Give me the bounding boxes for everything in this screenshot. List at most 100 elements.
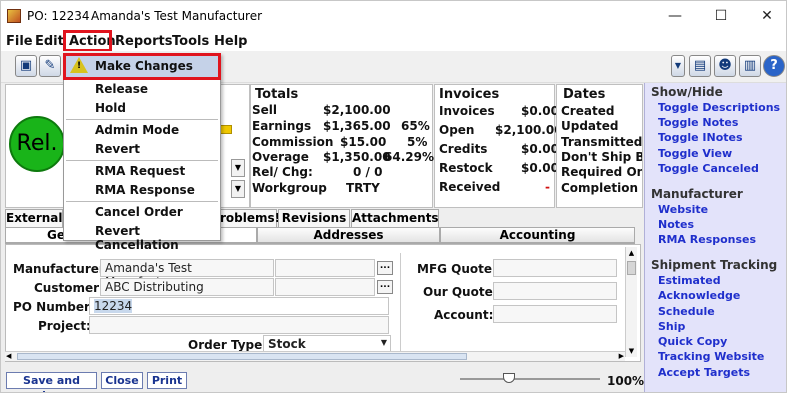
menu-item-release[interactable]: Release	[95, 82, 148, 96]
minimize-button[interactable]: —	[660, 5, 690, 27]
print-button[interactable]: Print	[147, 372, 187, 389]
sidebar-link[interactable]: Estimated	[658, 274, 721, 287]
scroll-down-icon[interactable]: ▼	[626, 345, 637, 357]
sidebar-link[interactable]: Toggle Notes	[658, 116, 738, 129]
account-field[interactable]	[493, 305, 617, 323]
tab-label: Attachments	[352, 211, 439, 225]
menu-item-rma-request[interactable]: RMA Request	[95, 164, 185, 178]
scrollbar-thumb[interactable]	[627, 261, 636, 275]
menu-item-revert-cancellation[interactable]: Revert Cancellation	[95, 224, 220, 252]
zoom-slider[interactable]	[460, 373, 600, 383]
sidebar-link[interactable]: Toggle Descriptions	[658, 101, 780, 114]
tab-attachments[interactable]: Attachments	[351, 209, 439, 227]
invoices-value: $2,100.00	[495, 123, 563, 137]
order-type-value: Stock	[268, 337, 306, 351]
totals-label: Workgroup	[252, 181, 327, 195]
menu-item-revert[interactable]: Revert	[95, 142, 140, 156]
menu-tools[interactable]: Tools	[172, 34, 209, 49]
po-number-value: 12234	[94, 299, 133, 313]
maximize-button[interactable]: ☐	[706, 5, 736, 27]
menu-reports[interactable]: Reports	[115, 34, 172, 49]
dates-label: Updated	[561, 119, 619, 133]
invoices-label: Restock	[439, 161, 493, 175]
sidebar-link[interactable]: Toggle View	[658, 147, 732, 160]
project-field[interactable]	[89, 316, 389, 334]
scrollbar-h-thumb[interactable]	[17, 353, 467, 360]
tab-revisions[interactable]: Revisions	[278, 209, 350, 227]
menu-file[interactable]: File	[6, 34, 33, 49]
sidebar-link[interactable]: Accept Targets	[658, 366, 750, 379]
title-bar: PO: 12234 Amanda's Test Manufacturer — ☐…	[1, 1, 786, 31]
sidebar-link[interactable]: Ship	[658, 320, 685, 333]
clipboard-icon[interactable]: ▤	[689, 55, 711, 77]
invoices-value: -	[545, 180, 550, 194]
customer-extra-field	[275, 278, 375, 296]
menu-item-cancel-order[interactable]: Cancel Order	[95, 205, 183, 219]
status-dropdown-1[interactable]: ▼	[231, 159, 245, 177]
sidebar-link[interactable]: Tracking Website	[658, 350, 764, 363]
menu-help[interactable]: Help	[214, 34, 247, 49]
sidebar-link[interactable]: Notes	[658, 218, 694, 231]
customer-label: Customer:	[34, 281, 104, 295]
vertical-scrollbar[interactable]: ▲ ▼	[625, 247, 637, 357]
po-number-label: PO Number:	[13, 300, 95, 314]
order-type-label: Order Type:	[188, 338, 268, 352]
totals-panel: Totals Sell $2,100.00 Earnings $1,365.00…	[250, 84, 434, 208]
totals-label: Sell	[252, 103, 278, 117]
dates-title: Dates	[563, 87, 606, 102]
user-icon[interactable]: ☻	[714, 55, 736, 77]
sidebar-link[interactable]: Quick Copy	[658, 335, 727, 348]
form-divider	[400, 253, 401, 353]
close-button[interactable]: Close	[101, 372, 143, 389]
horizontal-scrollbar[interactable]: ◀ ▶	[5, 351, 625, 361]
customer-lookup-button[interactable]: ...	[377, 280, 393, 294]
status-dropdown-2[interactable]: ▼	[231, 180, 245, 198]
scroll-right-icon[interactable]: ▶	[619, 352, 624, 360]
invoices-title: Invoices	[439, 87, 500, 102]
invoices-panel: Invoices Invoices $0.00 Open $2,100.00 C…	[434, 84, 563, 208]
totals-value: $1,365.00	[323, 119, 391, 133]
tab-accounting[interactable]: Accounting	[440, 227, 635, 243]
sidebar-link[interactable]: Toggle INotes	[658, 131, 743, 144]
totals-value: TRTY	[346, 181, 380, 195]
sidebar-link[interactable]: Website	[658, 203, 708, 216]
our-quote-label: Our Quote:	[423, 285, 498, 299]
manufacturer-field[interactable]: Amanda's Test Manufacturer	[100, 259, 274, 289]
save-and-close-button[interactable]: Save and close	[6, 372, 97, 392]
action-menu-highlight	[63, 30, 112, 52]
po-number-field[interactable]: 12234	[89, 297, 389, 315]
menu-item-rma-response[interactable]: RMA Response	[95, 183, 195, 197]
book-icon[interactable]: ▥	[739, 55, 761, 77]
zoom-slider-thumb[interactable]	[503, 373, 515, 383]
customer-field[interactable]: ABC Distributing	[100, 278, 274, 296]
sidebar-link[interactable]: Toggle Canceled	[658, 162, 759, 175]
help-icon[interactable]: ?	[763, 55, 785, 77]
scroll-up-icon[interactable]: ▲	[626, 247, 637, 259]
menu-edit[interactable]: Edit	[35, 34, 64, 49]
menu-item-hold[interactable]: Hold	[95, 101, 126, 115]
sidebar-link[interactable]: RMA Responses	[658, 233, 756, 246]
tab-problems[interactable]: roblems!	[219, 209, 280, 227]
scroll-left-icon[interactable]: ◀	[6, 352, 11, 360]
dates-panel: Dates Created Updated Transmitted Don't …	[556, 84, 643, 208]
totals-label: Commission	[252, 135, 334, 149]
sidebar-link[interactable]: Schedule	[658, 305, 715, 318]
save-icon[interactable]: ▣	[15, 55, 37, 77]
our-quote-field[interactable]	[493, 282, 617, 300]
make-changes-highlight	[63, 53, 221, 80]
dates-label: Created	[561, 104, 615, 118]
mfg-quote-field[interactable]	[493, 259, 617, 277]
tab-addresses[interactable]: Addresses	[257, 227, 440, 243]
fax-icon[interactable]: ✎	[39, 55, 61, 77]
sidebar-link[interactable]: Acknowledge	[658, 289, 740, 302]
totals-title: Totals	[255, 87, 299, 102]
menu-item-admin-mode[interactable]: Admin Mode	[95, 123, 179, 137]
close-window-button[interactable]: ✕	[752, 5, 782, 27]
invoices-label: Received	[439, 180, 501, 194]
zoom-level: 100%	[607, 374, 645, 388]
tab-label: Addresses	[313, 228, 384, 242]
dropdown-icon[interactable]: ▼	[671, 55, 685, 77]
manufacturer-lookup-button[interactable]: ...	[377, 261, 393, 275]
chevron-down-icon: ▼	[380, 338, 387, 347]
tab-external-notes[interactable]: External N	[5, 209, 63, 242]
